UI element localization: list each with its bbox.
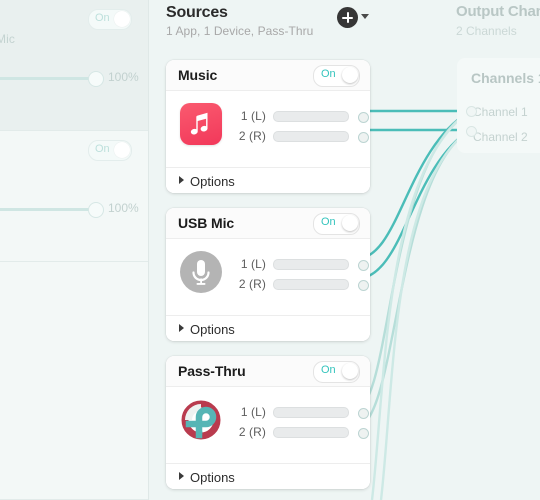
- sidebar-slider-knob-1[interactable]: [88, 71, 104, 87]
- source-pass-thru-channel-1-meter[interactable]: [273, 407, 349, 418]
- source-card-music-body: 1 (L) 2 (R): [166, 91, 370, 167]
- source-pass-thru-channel-2-port[interactable]: [358, 428, 369, 439]
- add-source-button[interactable]: [337, 7, 358, 28]
- source-card-pass-thru[interactable]: Pass-Thru On 1 (L) 2 (R) Options: [166, 356, 370, 489]
- source-card-pass-thru-header: Pass-Thru On: [166, 356, 370, 387]
- source-music-options-row[interactable]: Options: [166, 167, 370, 193]
- output-row-channel-1: Channel 1: [473, 105, 528, 119]
- sidebar-slider-knob-2[interactable]: [88, 202, 104, 218]
- source-card-pass-thru-title: Pass-Thru: [178, 363, 246, 379]
- source-pass-thru-channel-2-label: 2 (R): [238, 425, 266, 439]
- toggle-knob-icon: [342, 67, 358, 83]
- source-card-usb-mic-body: 1 (L) 2 (R): [166, 239, 370, 315]
- output-channels-panel: Output Chan 2 Channels Channels 1 Channe…: [440, 0, 540, 500]
- source-card-pass-thru-toggle-label: On: [321, 364, 336, 376]
- source-card-pass-thru-toggle[interactable]: On: [313, 361, 360, 383]
- source-usb-mic-channel-2-label: 2 (R): [238, 277, 266, 291]
- sidebar-toggle-2-knob: [114, 142, 130, 158]
- left-sidebar-panel: On Mic 100% On 100%: [0, 0, 149, 500]
- sidebar-toggle-1-label: On: [95, 12, 110, 24]
- sidebar-slider-track-1: [0, 77, 102, 80]
- chevron-right-icon: [179, 324, 184, 332]
- sidebar-toggle-1-knob: [114, 11, 130, 27]
- source-usb-mic-channel-2-meter[interactable]: [273, 279, 349, 290]
- loopback-window: On Mic 100% On 100%: [0, 0, 540, 500]
- source-music-options-label: Options: [190, 174, 235, 189]
- sidebar-toggle-2-label: On: [95, 143, 110, 155]
- source-pass-thru-channel-1-port[interactable]: [358, 408, 369, 419]
- sources-header: Sources 1 App, 1 Device, Pass-Thru: [166, 4, 313, 38]
- sidebar-volume-value-2: 100%: [108, 201, 139, 215]
- sidebar-card-1[interactable]: On Mic 100%: [0, 0, 148, 131]
- source-pass-thru-options-row[interactable]: Options: [166, 463, 370, 489]
- chevron-right-icon: [179, 176, 184, 184]
- source-card-music-toggle-label: On: [321, 68, 336, 80]
- source-pass-thru-channel-2-meter[interactable]: [273, 427, 349, 438]
- output-port-channel-1[interactable]: [466, 106, 477, 117]
- sidebar-toggle-2[interactable]: On: [88, 140, 132, 161]
- output-panel-title: Output Chan: [456, 3, 540, 20]
- source-music-channel-1-label: 1 (L): [240, 109, 266, 123]
- source-card-music-header: Music On: [166, 60, 370, 91]
- music-app-icon: [180, 103, 222, 145]
- source-usb-mic-channel-1-port[interactable]: [358, 260, 369, 271]
- sources-subtitle: 1 App, 1 Device, Pass-Thru: [166, 24, 314, 38]
- chevron-down-icon[interactable]: [361, 14, 369, 19]
- source-music-channel-2-label: 2 (R): [238, 129, 266, 143]
- loopback-passthru-icon: [180, 399, 222, 441]
- source-card-usb-mic-title: USB Mic: [178, 215, 235, 231]
- source-usb-mic-options-label: Options: [190, 322, 235, 337]
- sidebar-card-3[interactable]: [0, 262, 148, 500]
- source-card-music-title: Music: [178, 67, 218, 83]
- source-card-usb-mic-toggle-label: On: [321, 216, 336, 228]
- sidebar-slider-track-2: [0, 208, 102, 211]
- source-pass-thru-channel-1-label: 1 (L): [240, 405, 266, 419]
- toggle-knob-icon: [342, 215, 358, 231]
- output-port-channel-2[interactable]: [466, 126, 477, 137]
- source-usb-mic-channel-1-meter[interactable]: [273, 259, 349, 270]
- source-music-channel-2-port[interactable]: [358, 132, 369, 143]
- source-card-usb-mic[interactable]: USB Mic On 1 (L) 2 (R) Options: [166, 208, 370, 341]
- sidebar-volume-slider-1[interactable]: 100%: [0, 70, 139, 87]
- microphone-icon: [180, 251, 222, 293]
- source-card-usb-mic-toggle[interactable]: On: [313, 213, 360, 235]
- source-card-music-toggle[interactable]: On: [313, 65, 360, 87]
- plus-icon-horizontal: [342, 16, 353, 19]
- toggle-knob-icon: [342, 363, 358, 379]
- source-card-usb-mic-header: USB Mic On: [166, 208, 370, 239]
- output-panel-subtitle: 2 Channels: [456, 24, 517, 38]
- output-row-channel-2: Channel 2: [473, 130, 528, 144]
- source-usb-mic-channel-1-label: 1 (L): [240, 257, 266, 271]
- source-usb-mic-channel-2-port[interactable]: [358, 280, 369, 291]
- sidebar-volume-slider-2[interactable]: 100%: [0, 201, 139, 218]
- sidebar-volume-value-1: 100%: [108, 70, 139, 84]
- sidebar-card-2[interactable]: On 100%: [0, 131, 148, 262]
- chevron-right-icon: [179, 472, 184, 480]
- output-card-title: Channels 1: [471, 70, 540, 86]
- source-card-music[interactable]: Music On 1 (L) 2 (R) Options: [166, 60, 370, 193]
- source-card-pass-thru-body: 1 (L) 2 (R): [166, 387, 370, 463]
- source-usb-mic-options-row[interactable]: Options: [166, 315, 370, 341]
- source-music-channel-2-meter[interactable]: [273, 131, 349, 142]
- sources-title: Sources: [166, 4, 228, 21]
- source-music-channel-1-meter[interactable]: [273, 111, 349, 122]
- sidebar-toggle-1[interactable]: On: [88, 9, 132, 30]
- source-music-channel-1-port[interactable]: [358, 112, 369, 123]
- sidebar-card-1-name: Mic: [0, 32, 15, 46]
- source-pass-thru-options-label: Options: [190, 470, 235, 485]
